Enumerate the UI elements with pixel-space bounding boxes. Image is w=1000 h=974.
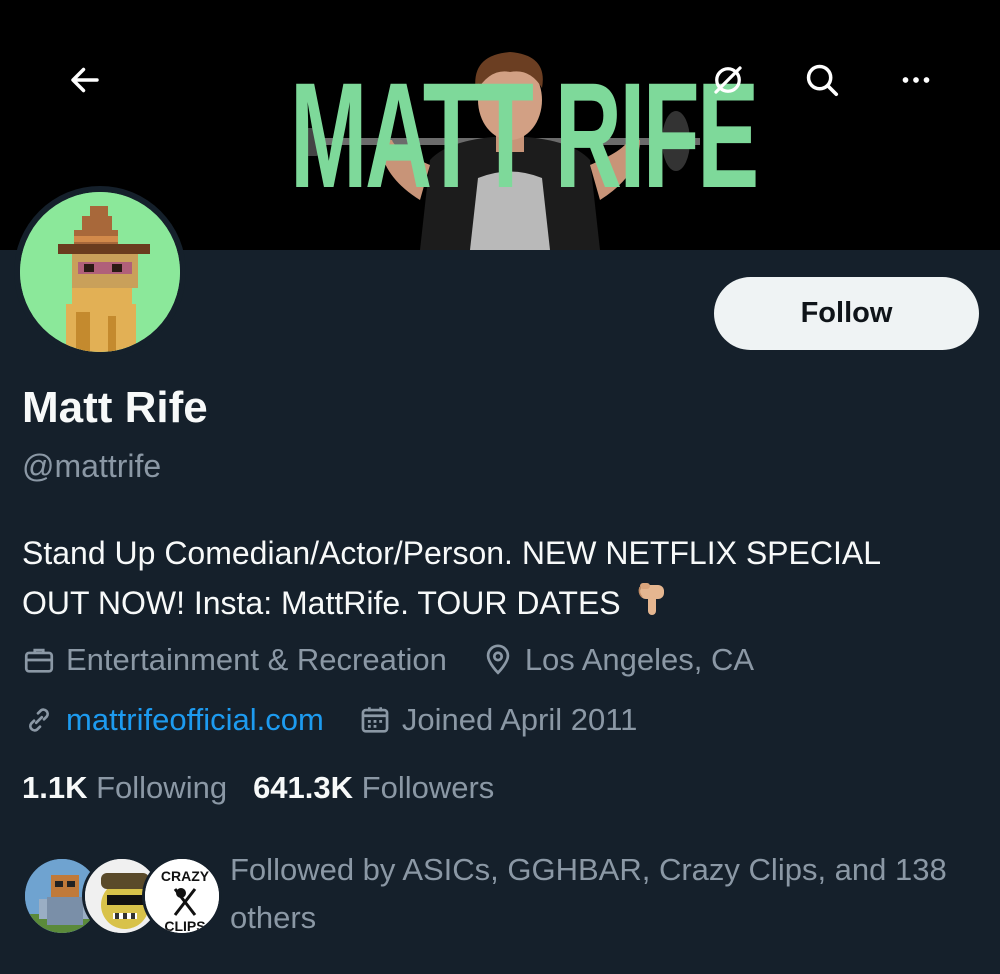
slashed-circle-icon — [714, 66, 742, 94]
profile-bio: Stand Up Comedian/Actor/Person. NEW NETF… — [22, 528, 922, 633]
avatar[interactable] — [14, 186, 186, 358]
followers-count: 641.3K — [253, 770, 354, 805]
joined-label: Joined April 2011 — [401, 702, 638, 737]
profile-name: Matt Rife — [22, 383, 208, 432]
briefcase-icon — [24, 648, 54, 673]
pointing-down-hand-icon — [636, 579, 670, 633]
notifications-button[interactable] — [700, 52, 756, 108]
profile-meta-row-1: Entertainment & Recreation Los Angeles, … — [22, 642, 788, 678]
website-item[interactable]: mattrifeofficial.com — [22, 702, 324, 738]
back-button[interactable] — [57, 52, 113, 108]
location-pin-icon — [486, 644, 510, 675]
followed-by-section[interactable]: CRAZY CLIPS Followed by ASICs, GGHBAR, C… — [22, 846, 982, 946]
crazy-clips-top-text: CRAZY — [161, 868, 210, 884]
banner-title: MATT RIFE — [290, 51, 759, 219]
following-count: 1.1K — [22, 770, 88, 805]
followed-by-text: Followed by ASICs, GGHBAR, Crazy Clips, … — [230, 852, 947, 935]
pixel-wizard-avatar-icon — [20, 192, 180, 352]
more-horizontal-icon — [902, 77, 930, 83]
follow-stats: 1.1K Following 641.3K Followers — [22, 770, 520, 806]
bio-text: Stand Up Comedian/Actor/Person. NEW NETF… — [22, 535, 880, 621]
location-item: Los Angeles, CA — [481, 642, 754, 678]
more-button[interactable] — [888, 52, 944, 108]
category-item: Entertainment & Recreation — [22, 642, 447, 678]
avatar-image — [20, 192, 180, 352]
crazy-clips-bottom-text: CLIPS — [164, 918, 205, 934]
joined-item: Joined April 2011 — [358, 702, 638, 738]
follower-avatar-crazy-clips: CRAZY CLIPS — [142, 856, 222, 936]
search-icon — [806, 64, 839, 97]
search-button[interactable] — [794, 52, 850, 108]
followers-label: Followers — [361, 770, 495, 805]
following-label: Following — [96, 770, 228, 805]
calendar-icon — [361, 707, 389, 733]
followers-stat[interactable]: 641.3K Followers — [253, 770, 494, 806]
profile-handle: @mattrife — [22, 448, 162, 484]
category-label: Entertainment & Recreation — [66, 642, 447, 677]
website-link[interactable]: mattrifeofficial.com — [66, 702, 324, 738]
arrow-left-icon — [71, 67, 99, 93]
following-stat[interactable]: 1.1K Following — [22, 770, 227, 806]
link-icon — [29, 708, 49, 732]
location-label: Los Angeles, CA — [524, 642, 755, 677]
profile-meta-row-2: mattrifeofficial.com Joined April 2011 — [22, 702, 671, 738]
follow-button[interactable]: Follow — [714, 277, 979, 350]
